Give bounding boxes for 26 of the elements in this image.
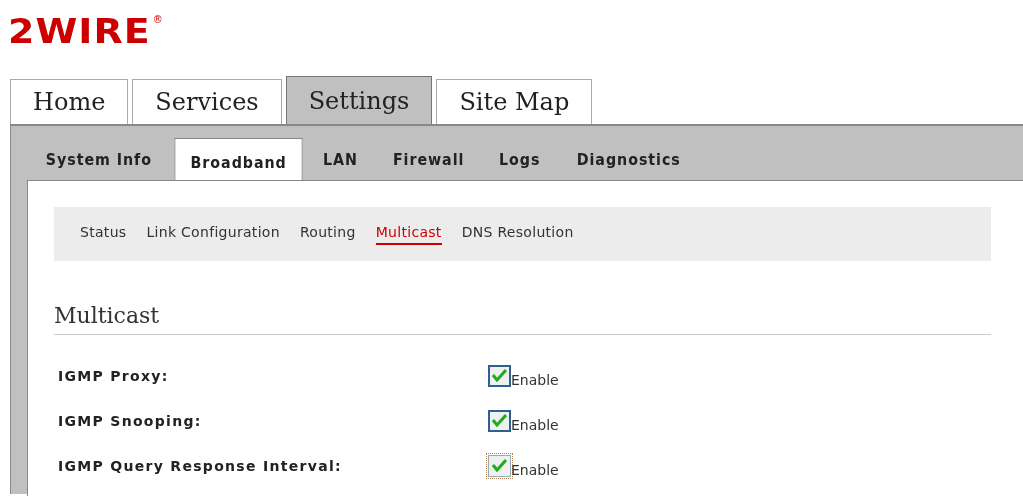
sub-tab[interactable]: LAN [307, 140, 374, 180]
sub-tab[interactable]: Logs [483, 140, 556, 180]
section-link[interactable]: Link Configuration [146, 223, 280, 245]
option-label: Enable [511, 461, 559, 478]
nav-tab[interactable]: Home [10, 79, 129, 124]
option-label: Enable [511, 416, 559, 433]
section-link[interactable]: DNS Resolution [461, 223, 574, 245]
nav-tab[interactable]: Settings [285, 76, 433, 124]
option-label: Enable [511, 371, 559, 388]
registered-mark: ® [152, 14, 163, 25]
sub-tab[interactable]: System Info [30, 140, 168, 180]
section-link[interactable]: Routing [299, 223, 356, 245]
setting-label: IGMP Snooping: [58, 412, 203, 429]
sub-tab[interactable]: Firewall [377, 140, 480, 180]
setting-label: IGMP Query Response Interval: [58, 457, 343, 474]
nav-tab[interactable]: Site Map [436, 79, 593, 124]
setting-label: IGMP Proxy: [58, 367, 170, 384]
section-link[interactable]: Status [80, 223, 127, 245]
checkbox[interactable] [488, 409, 511, 432]
section-heading: Multicast [54, 303, 991, 335]
logo: 2WIRE [8, 13, 151, 49]
sub-tab[interactable]: Diagnostics [561, 140, 696, 180]
nav-tab[interactable]: Services [132, 79, 282, 124]
checkbox[interactable] [488, 364, 511, 387]
sub-tab[interactable]: Broadband [174, 138, 303, 180]
section-link[interactable]: Multicast [375, 223, 442, 245]
